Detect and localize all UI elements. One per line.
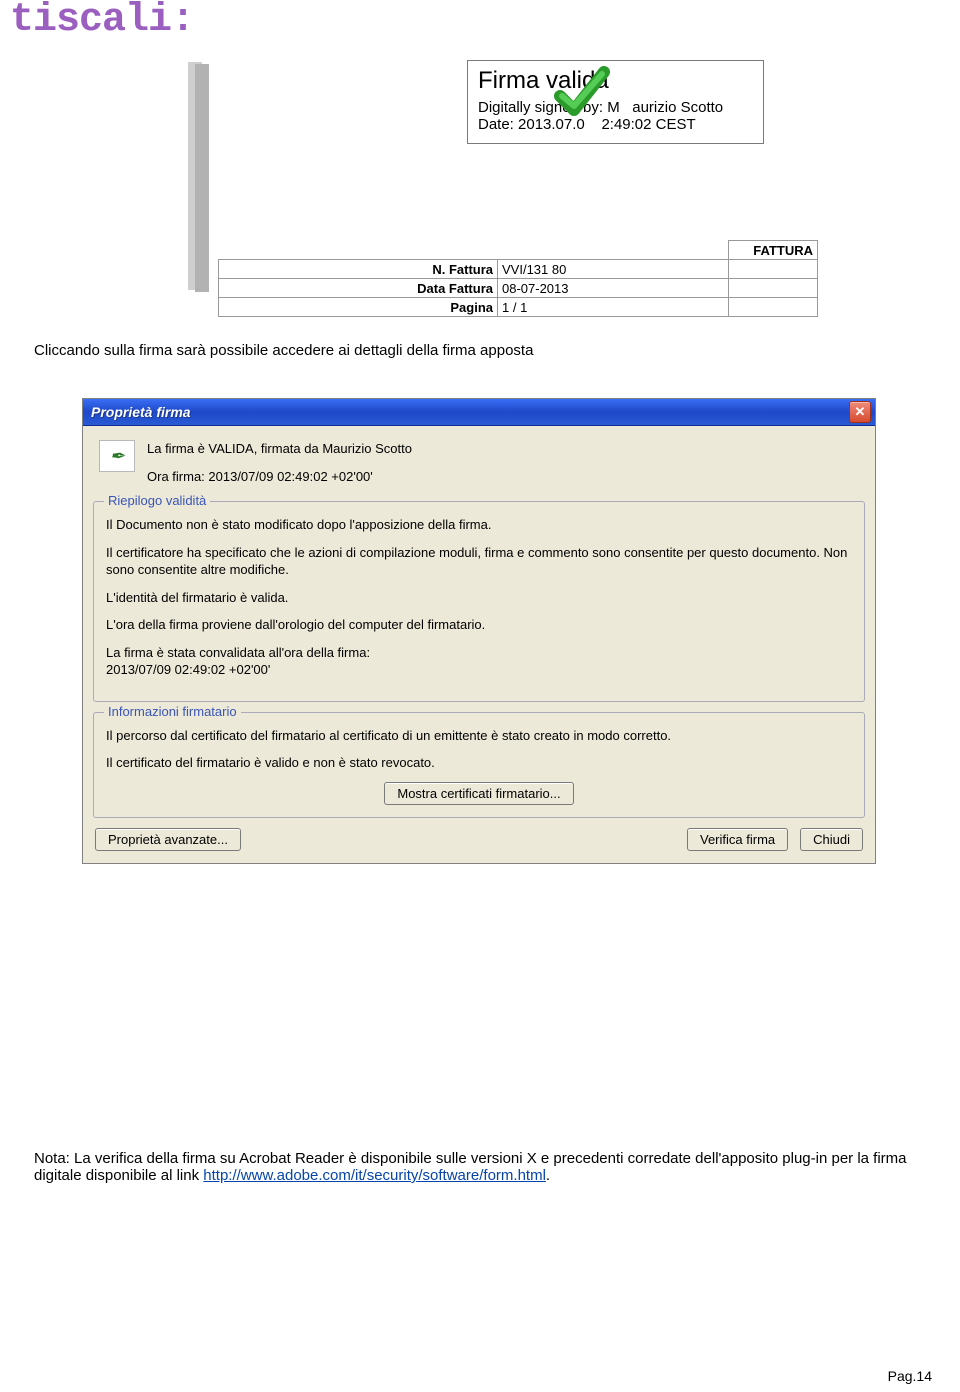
group-legend: Informazioni firmatario — [104, 704, 241, 719]
scrollbar-decor — [188, 62, 210, 290]
row-value: 08-07-2013 — [498, 279, 729, 298]
dialog-titlebar[interactable]: Proprietà firma ✕ — [83, 399, 875, 426]
signature-title: Firma valida — [478, 67, 753, 95]
summary-line-valid: La firma è VALIDA, firmata da Maurizio S… — [147, 440, 412, 458]
row-value: 1 / 1 — [498, 298, 729, 317]
signature-box[interactable]: Firma valida Digitally signed by: M auri… — [467, 60, 764, 144]
close-dialog-button[interactable]: Chiudi — [800, 828, 863, 851]
validity-line: L'ora della firma proviene dall'orologio… — [106, 616, 852, 634]
signed-by-line: Digitally signed by: M aurizio Scotto — [478, 99, 753, 116]
tiscali-logo: tiscali: — [10, 0, 194, 43]
show-signer-cert-button[interactable]: Mostra certificati firmatario... — [384, 782, 573, 805]
row-label: Data Fattura — [219, 279, 498, 298]
invoice-header-table: FATTURA N. Fattura VVI/131 80 Data Fattu… — [218, 240, 818, 317]
page-number: Pag.14 — [888, 1368, 932, 1384]
validity-line: Il certificatore ha specificato che le a… — [106, 544, 852, 579]
group-legend: Riepilogo validità — [104, 493, 210, 508]
row-value: VVI/131 80 — [498, 260, 729, 279]
validity-summary-group: Riepilogo validità Il Documento non è st… — [93, 501, 865, 702]
summary-line-time: Ora firma: 2013/07/09 02:49:02 +02'00' — [147, 468, 412, 486]
signer-info-group: Informazioni firmatario Il percorso dal … — [93, 712, 865, 818]
signature-date-line: Date: 2013.07.0 2:49:02 CEST — [478, 116, 753, 133]
adobe-plugin-link[interactable]: http://www.adobe.com/it/security/softwar… — [203, 1167, 546, 1184]
row-label: N. Fattura — [219, 260, 498, 279]
checkmark-icon — [554, 66, 610, 122]
fattura-heading: FATTURA — [729, 241, 818, 260]
body-note: Nota: La verifica della firma su Acrobat… — [34, 1150, 926, 1184]
signer-info-line: Il certificato del firmatario è valido e… — [106, 754, 852, 772]
body-paragraph-1: Cliccando sulla firma sarà possibile acc… — [34, 342, 533, 359]
verify-signature-button[interactable]: Verifica firma — [687, 828, 788, 851]
validity-line: L'identità del firmatario è valida. — [106, 589, 852, 607]
row-label: Pagina — [219, 298, 498, 317]
validity-line: Il Documento non è stato modificato dopo… — [106, 516, 852, 534]
close-button[interactable]: ✕ — [849, 401, 871, 423]
validity-line: La firma è stata convalidata all'ora del… — [106, 644, 852, 679]
dialog-title: Proprietà firma — [91, 404, 191, 420]
signer-info-line: Il percorso dal certificato del firmatar… — [106, 727, 852, 745]
valid-signature-icon: ✒ — [99, 440, 135, 472]
signature-properties-dialog: Proprietà firma ✕ ✒ La firma è VALIDA, f… — [82, 398, 876, 864]
advanced-properties-button[interactable]: Proprietà avanzate... — [95, 828, 241, 851]
